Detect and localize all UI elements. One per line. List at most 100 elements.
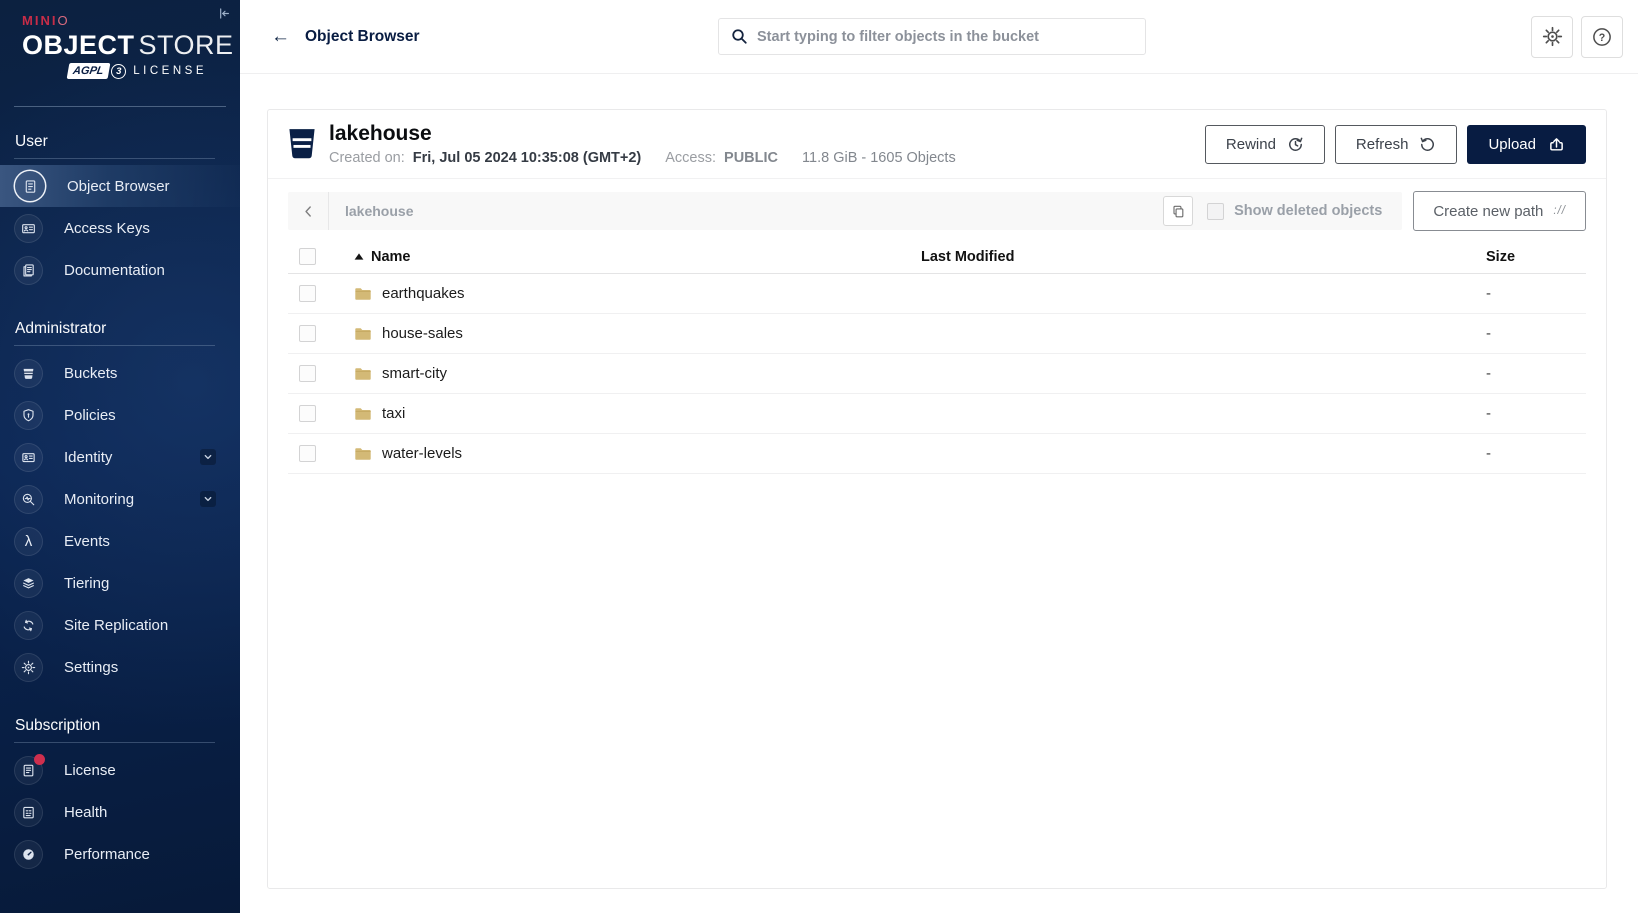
upload-button[interactable]: Upload: [1467, 124, 1586, 164]
content-area: lakehouse Created on: Fri, Jul 05 2024 1…: [240, 74, 1638, 913]
sidebar-item-documentation[interactable]: Documentation: [0, 249, 240, 291]
brand-object: OBJECT: [22, 30, 135, 60]
object-name: water-levels: [382, 445, 463, 462]
object-name-cell[interactable]: earthquakes: [334, 285, 921, 302]
divider: [14, 345, 215, 346]
search-input[interactable]: [718, 18, 1146, 55]
divider: [14, 158, 215, 159]
chevron-down-icon[interactable]: [200, 491, 216, 507]
site-replication-icon: [15, 611, 42, 639]
tiering-icon: [15, 569, 42, 597]
show-deleted-toggle[interactable]: Show deleted objects: [1207, 202, 1382, 220]
created-on-value: Fri, Jul 05 2024 10:35:08 (GMT+2): [412, 150, 642, 166]
sidebar-item-events[interactable]: λ Events: [0, 520, 240, 562]
object-name: earthquakes: [382, 285, 465, 302]
sidebar-item-license[interactable]: License: [0, 749, 240, 791]
page-title: Object Browser: [305, 27, 420, 45]
row-checkbox[interactable]: [299, 405, 316, 422]
refresh-button[interactable]: Refresh: [1334, 124, 1458, 164]
table-row[interactable]: earthquakes -: [288, 274, 1586, 314]
table-row[interactable]: smart-city -: [288, 354, 1586, 394]
gear-icon: [1542, 26, 1562, 47]
brand-minio-o: O: [57, 13, 70, 28]
object-browser-icon: [15, 171, 45, 201]
sidebar-item-buckets[interactable]: Buckets: [0, 352, 240, 394]
sidebar-item-health[interactable]: Health: [0, 791, 240, 833]
collapse-sidebar-icon[interactable]: [216, 6, 231, 21]
object-table: Name Last Modified Size earthquakes - hous…: [288, 240, 1586, 888]
table-row[interactable]: house-sales -: [288, 314, 1586, 354]
sidebar-item-label: Access Keys: [64, 219, 150, 237]
sidebar-item-label: Policies: [64, 406, 116, 424]
rewind-icon: [1288, 137, 1303, 151]
row-checkbox-cell: [288, 405, 334, 422]
license-word: LICENSE: [133, 65, 207, 77]
object-size: -: [1486, 285, 1491, 302]
sidebar-section: Administrator Buckets Policies Identity Moni…: [0, 320, 240, 688]
object-size: -: [1486, 365, 1491, 382]
path-bar: lakehouse Show deleted objects Create ne…: [288, 191, 1586, 231]
object-name-cell[interactable]: taxi: [334, 405, 921, 422]
table-row[interactable]: taxi -: [288, 394, 1586, 434]
divider: [14, 106, 226, 107]
sidebar-item-label: Tiering: [64, 574, 110, 592]
row-checkbox-cell: [288, 285, 334, 302]
create-new-path-button[interactable]: Create new path ://: [1413, 191, 1586, 231]
main-area: ← Object Browser ?: [240, 0, 1638, 913]
sidebar-item-performance[interactable]: Performance: [0, 833, 240, 875]
monitoring-icon: [15, 485, 42, 513]
select-all-checkbox[interactable]: [299, 248, 316, 265]
help-button[interactable]: ?: [1581, 15, 1623, 58]
sidebar-item-label: Monitoring: [64, 490, 135, 508]
bucket-icon: [288, 128, 316, 160]
sidebar-item-settings[interactable]: Settings: [0, 646, 240, 688]
chevron-down-icon[interactable]: [200, 449, 216, 465]
sidebar-item-label: Settings: [64, 658, 119, 676]
copy-path-button[interactable]: [1163, 196, 1194, 226]
object-name: smart-city: [382, 365, 447, 382]
column-header-size[interactable]: Size: [1466, 249, 1586, 265]
row-checkbox[interactable]: [299, 445, 316, 462]
brand-store: STORE: [138, 30, 234, 60]
health-icon: [15, 798, 42, 826]
sidebar-section: User Object Browser Access Keys Documentati…: [0, 133, 240, 291]
row-checkbox[interactable]: [299, 325, 316, 342]
path-back-button[interactable]: [288, 192, 329, 230]
column-header-last-modified[interactable]: Last Modified: [921, 249, 1466, 265]
sort-ascending-icon: [354, 253, 364, 260]
back-arrow-icon[interactable]: ←: [271, 27, 290, 46]
chevron-left-icon: [304, 205, 311, 217]
object-name-cell[interactable]: water-levels: [334, 445, 921, 462]
notification-dot: [34, 753, 45, 765]
sidebar-item-site-replication[interactable]: Site Replication: [0, 604, 240, 646]
sidebar-item-label: Object Browser: [67, 177, 170, 195]
show-deleted-checkbox[interactable]: [1207, 202, 1225, 220]
sidebar-item-label: Identity: [64, 448, 113, 466]
settings-button[interactable]: [1531, 15, 1573, 58]
column-header-name[interactable]: Name: [334, 249, 921, 265]
object-size: -: [1486, 405, 1491, 422]
sidebar-item-access-keys[interactable]: Access Keys: [0, 207, 240, 249]
search-icon: [731, 28, 748, 45]
sidebar-item-policies[interactable]: Policies: [0, 394, 240, 436]
sidebar-item-object-browser[interactable]: Object Browser: [0, 165, 240, 207]
object-name-cell[interactable]: smart-city: [334, 365, 921, 382]
rewind-button[interactable]: Rewind: [1204, 124, 1325, 164]
sidebar-item-monitoring[interactable]: Monitoring: [0, 478, 240, 520]
sidebar-item-label: Site Replication: [64, 616, 169, 634]
object-name-cell[interactable]: house-sales: [334, 325, 921, 342]
sidebar-section-label: Administrator: [15, 320, 107, 337]
bucket-stats: 11.8 GiB - 1605 Objects: [802, 150, 956, 166]
divider: [14, 742, 215, 743]
row-checkbox[interactable]: [299, 365, 316, 382]
row-checkbox[interactable]: [299, 285, 316, 302]
agpl-badge: AGPL: [66, 63, 110, 79]
sidebar-item-identity[interactable]: Identity: [0, 436, 240, 478]
object-name: taxi: [382, 405, 406, 422]
sidebar-item-label: Documentation: [64, 261, 165, 279]
identity-icon: [15, 443, 42, 471]
table-row[interactable]: water-levels -: [288, 434, 1586, 474]
folder-icon: [354, 287, 372, 301]
sidebar-item-tiering[interactable]: Tiering: [0, 562, 240, 604]
refresh-icon: [1421, 137, 1435, 151]
